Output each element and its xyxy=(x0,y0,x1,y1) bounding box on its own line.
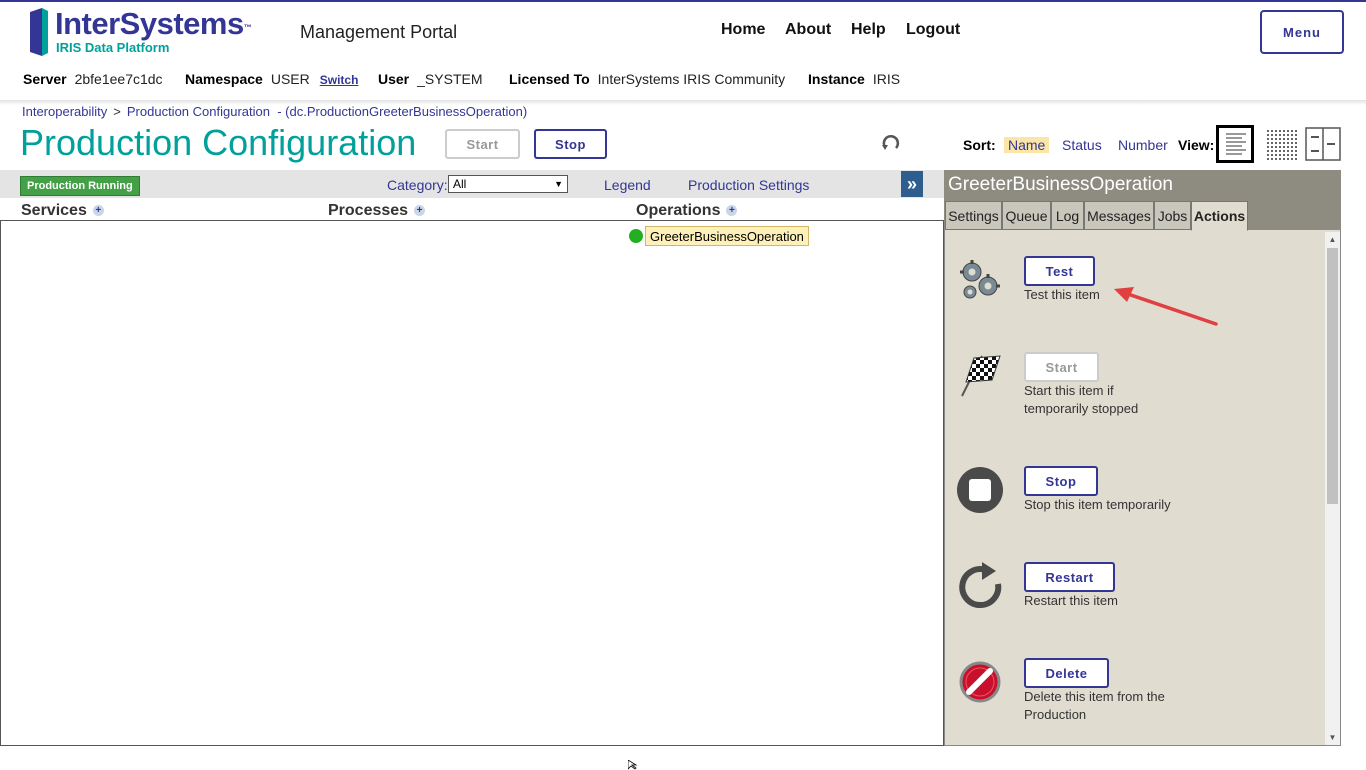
breadcrumb-interoperability[interactable]: Interoperability xyxy=(22,104,107,119)
test-button[interactable]: Test xyxy=(1024,256,1095,286)
sort-by-number[interactable]: Number xyxy=(1118,137,1168,153)
delete-item-description: Delete this item from the Production xyxy=(1024,689,1165,722)
diagram-view-icon[interactable] xyxy=(1304,125,1342,163)
operation-item[interactable]: GreeterBusinessOperation xyxy=(645,226,809,246)
breadcrumb-production-name: - (dc.ProductionGreeterBusinessOperation… xyxy=(277,104,528,119)
production-diagram xyxy=(0,220,944,746)
tab-queue[interactable]: Queue xyxy=(1002,201,1051,230)
category-select[interactable]: All ▼ xyxy=(448,175,568,193)
add-operation-icon[interactable]: + xyxy=(726,205,738,217)
add-service-icon[interactable]: + xyxy=(92,205,104,217)
gears-icon xyxy=(960,260,1000,299)
mouse-cursor-icon xyxy=(628,760,638,770)
expand-panel-button[interactable]: » xyxy=(901,171,923,197)
delete-icon xyxy=(959,661,1001,703)
tab-settings[interactable]: Settings xyxy=(945,201,1002,230)
intersystems-logo-icon xyxy=(30,8,48,56)
stop-item-button[interactable]: Stop xyxy=(1024,466,1098,496)
start-item-button[interactable]: Start xyxy=(1024,352,1099,382)
list-view-icon[interactable] xyxy=(1216,125,1254,163)
page-title: Production Configuration xyxy=(20,122,417,163)
panel-scrollbar-thumb[interactable] xyxy=(1327,248,1338,504)
logo-name: InterSystems™ xyxy=(55,6,252,41)
view-label: View: xyxy=(1178,137,1215,153)
delete-item-button[interactable]: Delete xyxy=(1024,658,1109,688)
switch-namespace-link[interactable]: Switch xyxy=(320,73,359,87)
checkered-flag-icon xyxy=(961,355,1001,397)
stop-production-button[interactable]: Stop xyxy=(534,129,607,159)
breadcrumb: Interoperability > Production Configuratio… xyxy=(22,104,528,119)
stop-icon xyxy=(957,467,1003,513)
logo-subtitle: IRIS Data Platform xyxy=(56,40,170,55)
nav-logout[interactable]: Logout xyxy=(906,21,960,39)
production-settings-link[interactable]: Production Settings xyxy=(688,177,809,193)
license-info: Licensed To InterSystems IRIS Community xyxy=(509,71,786,87)
restart-item-button[interactable]: Restart xyxy=(1024,562,1115,592)
tab-messages[interactable]: Messages xyxy=(1084,201,1154,230)
chevron-down-icon: ▼ xyxy=(554,179,563,189)
annotation-arrow-icon xyxy=(1114,287,1218,326)
production-status-badge: Production Running xyxy=(20,176,140,196)
tab-jobs[interactable]: Jobs xyxy=(1154,201,1191,230)
restart-icon xyxy=(959,562,1002,609)
panel-title: GreeterBusinessOperation xyxy=(944,170,1341,200)
grid-view-icon[interactable] xyxy=(1262,125,1300,163)
nav-home[interactable]: Home xyxy=(721,21,765,39)
tab-actions[interactable]: Actions xyxy=(1191,201,1248,231)
breadcrumb-production-configuration[interactable]: Production Configuration xyxy=(127,104,270,119)
user-info: User _SYSTEM xyxy=(378,71,483,87)
restart-item-description: Restart this item xyxy=(1024,593,1118,608)
sort-by-status[interactable]: Status xyxy=(1062,137,1102,153)
stop-item-description: Stop this item temporarily xyxy=(1024,497,1171,512)
legend-link[interactable]: Legend xyxy=(604,177,651,193)
start-production-button[interactable]: Start xyxy=(445,129,520,159)
status-dot-icon xyxy=(629,229,643,243)
top-accent-line xyxy=(0,0,1366,2)
nav-help[interactable]: Help xyxy=(851,21,886,39)
instance-info: Instance IRIS xyxy=(808,71,901,87)
operations-column-header: Operations + xyxy=(636,202,738,220)
sort-by-name[interactable]: Name xyxy=(1004,137,1050,153)
server-info: Server 2bfe1ee7c1dc xyxy=(23,71,163,87)
scroll-down-icon[interactable]: ▼ xyxy=(1328,734,1337,742)
tab-log[interactable]: Log xyxy=(1051,201,1084,230)
portal-title: Management Portal xyxy=(300,22,458,42)
processes-column-header: Processes + xyxy=(328,202,426,220)
sort-label: Sort: xyxy=(963,137,996,153)
refresh-icon[interactable] xyxy=(880,132,902,154)
namespace-info: Namespace USER Switch xyxy=(185,71,359,87)
services-column-header: Services + xyxy=(21,202,104,220)
category-label: Category: xyxy=(387,177,448,193)
start-item-description: Start this item if temporarily stopped xyxy=(1024,383,1139,416)
menu-button[interactable]: Menu xyxy=(1260,10,1344,54)
add-process-icon[interactable]: + xyxy=(414,205,426,217)
nav-about[interactable]: About xyxy=(785,21,831,39)
scroll-up-icon[interactable]: ▲ xyxy=(1328,236,1337,244)
